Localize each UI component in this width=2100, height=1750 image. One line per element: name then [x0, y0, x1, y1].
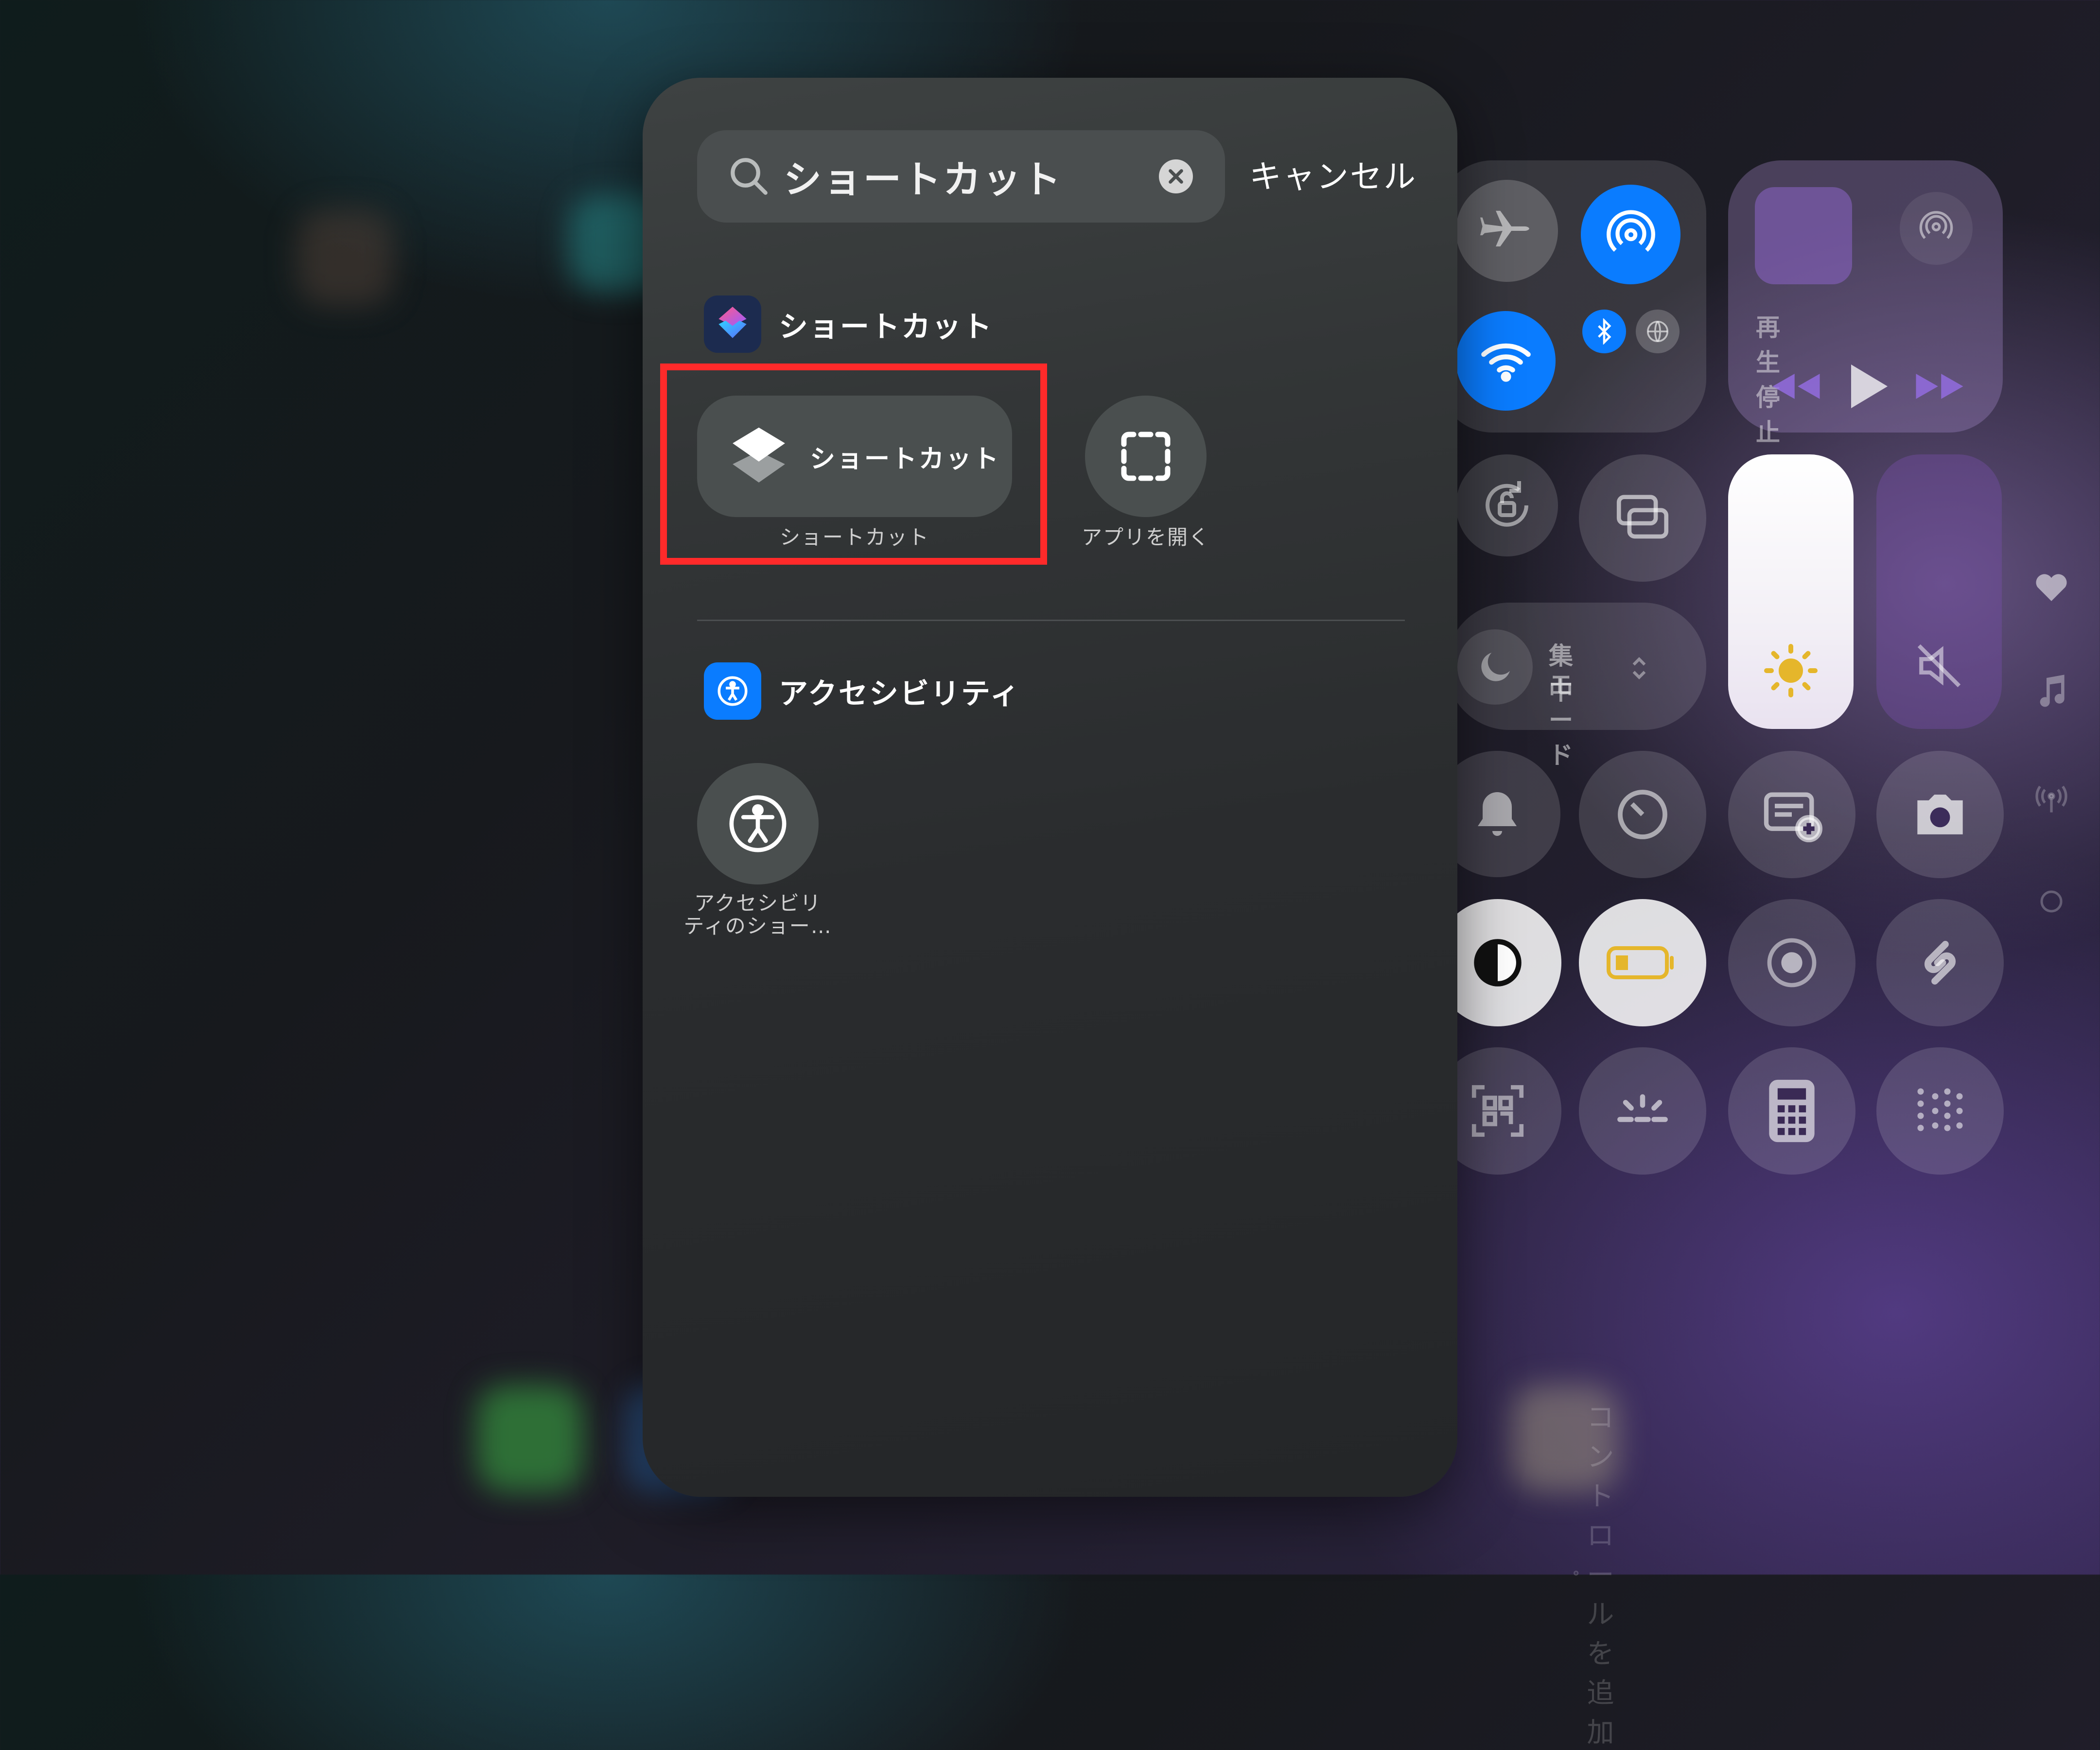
section-header-shortcuts: ショートカット	[704, 295, 993, 353]
play-icon[interactable]	[1846, 362, 1890, 413]
section-title: アクセシビリティ	[779, 676, 1021, 711]
background-app-icon	[297, 209, 394, 306]
wifi-button[interactable]	[1456, 311, 1556, 411]
shazam-button[interactable]	[1876, 899, 2004, 1026]
clear-icon	[1169, 169, 1183, 184]
open-app-action[interactable]	[1085, 396, 1207, 517]
wifi-icon	[1481, 343, 1531, 382]
clear-search-button[interactable]	[1159, 159, 1193, 193]
add-control-label: コントロールを追加	[1587, 1402, 1614, 1749]
music-note-icon[interactable]	[2034, 673, 2068, 712]
screen-mirroring-button[interactable]	[1579, 454, 1706, 582]
quick-note-button[interactable]	[1728, 751, 1855, 878]
section-title: ショートカット	[779, 310, 993, 344]
plus-circle-icon	[1574, 1570, 1579, 1576]
accessibility-shortcut-action[interactable]	[697, 763, 819, 884]
airplane-icon	[1480, 210, 1529, 247]
bluetooth-icon	[1598, 318, 1611, 345]
quick-note-icon	[1764, 792, 1822, 843]
calculator-icon	[1769, 1079, 1815, 1143]
qr-code-icon	[1471, 1085, 1524, 1137]
screen-mirroring-icon	[1616, 495, 1669, 539]
camera-icon	[1917, 795, 1963, 834]
page-dot-icon[interactable]	[2039, 889, 2064, 914]
heart-icon[interactable]	[2032, 569, 2071, 603]
focus-label-line2: モード	[1549, 671, 1573, 769]
sunrise-icon	[1617, 1094, 1668, 1122]
section-header-accessibility: アクセシビリティ	[704, 662, 1020, 720]
airplane-mode-button[interactable]	[1456, 180, 1558, 282]
add-control-button[interactable]: コントロールを追加	[1573, 1396, 1637, 1750]
fast-forward-icon[interactable]	[1913, 369, 1966, 405]
airplay-icon	[1919, 211, 1953, 239]
globe-icon	[1646, 320, 1669, 343]
shazam-icon	[1924, 941, 1956, 985]
accessibility-icon	[729, 795, 787, 852]
pill-label: ショートカット	[810, 444, 1001, 474]
cancel-button[interactable]: キャンセル	[1249, 151, 1417, 197]
dashed-square-icon	[1121, 432, 1171, 481]
low-power-button[interactable]	[1579, 899, 1706, 1026]
shortcut-action-tile[interactable]: ショートカット	[697, 396, 1012, 517]
cellular-button[interactable]	[1636, 310, 1680, 353]
rotation-lock-icon	[1486, 481, 1528, 527]
shortcuts-app-icon	[704, 295, 761, 353]
speaker-muted-icon	[1917, 644, 1961, 688]
dots-grid-icon	[1917, 1088, 1963, 1131]
airdrop-icon	[1606, 209, 1655, 252]
action-caption-line2: ティのショー…	[683, 914, 832, 938]
accessibility-app-icon	[704, 662, 761, 720]
battery-icon	[1607, 946, 1674, 979]
search-query[interactable]: ショートカット	[784, 149, 1063, 204]
search-icon	[731, 158, 768, 195]
timer-icon	[1618, 790, 1667, 839]
volume-slider[interactable]	[1876, 454, 2002, 729]
orientation-lock-button[interactable]	[1456, 454, 1558, 556]
airplay-button[interactable]	[1900, 192, 1973, 265]
flashlight-button[interactable]	[1579, 1047, 1706, 1175]
brightness-slider[interactable]	[1728, 454, 1854, 729]
dark-mode-icon	[1474, 939, 1522, 987]
shortcuts-layers-icon	[733, 427, 785, 483]
moon-icon	[1481, 652, 1510, 681]
bell-icon	[1478, 792, 1517, 836]
action-caption: アプリを開く	[1081, 525, 1210, 549]
rewind-icon[interactable]	[1769, 369, 1823, 405]
timer-button[interactable]	[1579, 751, 1706, 878]
dock-app-icon	[476, 1385, 583, 1492]
airdrop-button[interactable]	[1581, 185, 1680, 284]
camera-button[interactable]	[1876, 751, 2004, 878]
calculator-button[interactable]	[1728, 1047, 1855, 1175]
bluetooth-button[interactable]	[1582, 310, 1626, 353]
action-caption: ショートカット	[779, 525, 929, 549]
add-control-search-panel: ショートカット キャンセル ショートカット ショートカット ショートカット アプ…	[643, 78, 1457, 1497]
hearing-button[interactable]	[1876, 1047, 2004, 1175]
moon-icon-wrap	[1457, 629, 1533, 705]
chevron-updown-icon	[1629, 654, 1649, 685]
signal-icon[interactable]	[2032, 782, 2071, 816]
album-art	[1755, 187, 1852, 284]
action-caption-line1: アクセシビリ	[694, 891, 822, 915]
section-divider	[697, 620, 1405, 621]
sun-icon	[1764, 644, 1818, 697]
search-field[interactable]: ショートカット	[697, 130, 1225, 223]
record-icon	[1767, 938, 1817, 988]
screen-recording-button[interactable]	[1728, 899, 1855, 1026]
